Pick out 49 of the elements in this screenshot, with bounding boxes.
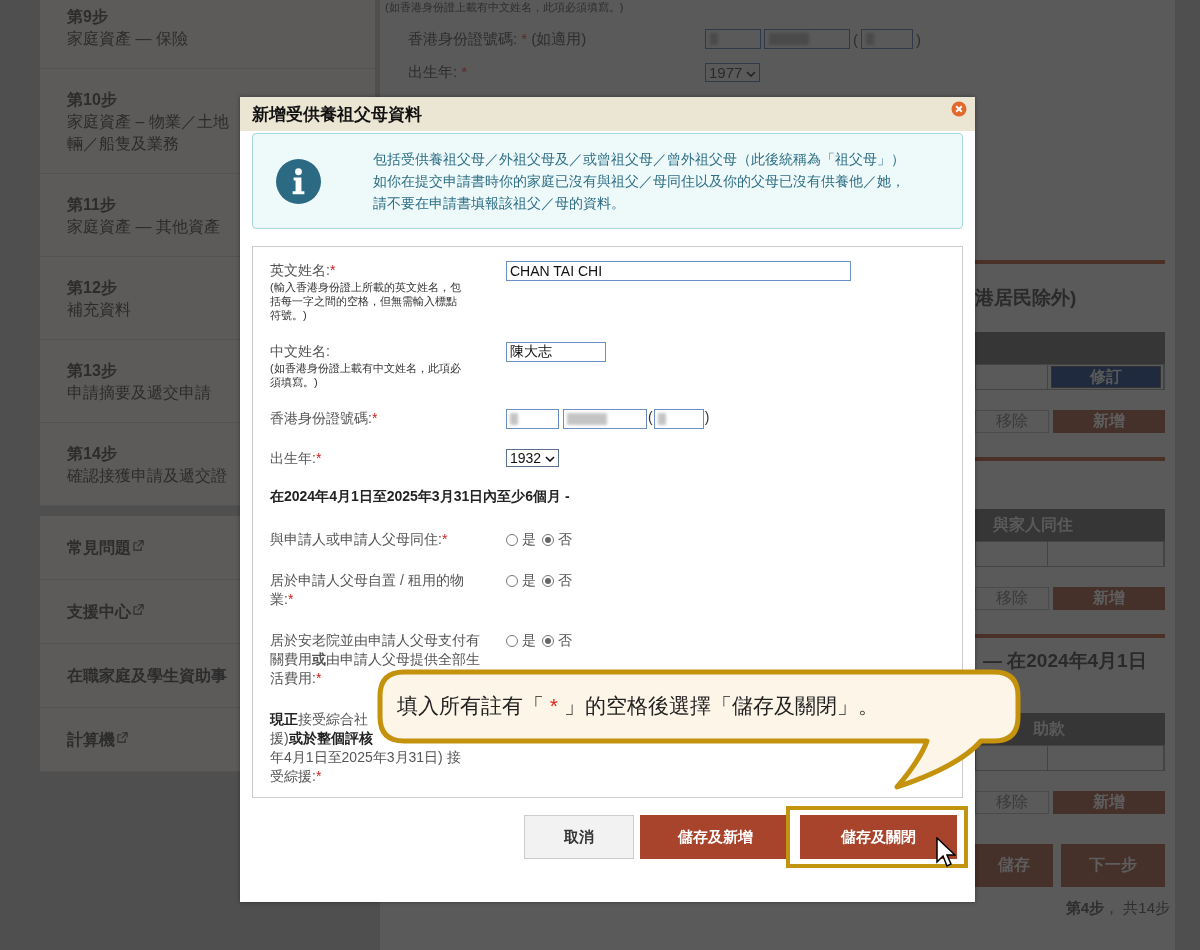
input-field[interactable]: 陳大志 [506,342,606,362]
parenthesis: ( [648,409,653,425]
field-label: 中文姓名: [270,342,331,361]
callout-text: 填入所有註有「 * 」的空格後選擇「儲存及關閉」。 [397,693,879,719]
radio-label[interactable]: 否 [558,571,572,590]
field-label: 出生年:* [270,449,323,468]
field-label: 居於安老院並由申請人父母支付有關費用或由申請人父母提供全部生活費用:* [270,631,481,688]
parenthesis: ) [916,30,921,48]
field-label: 英文姓名:* [270,261,337,280]
field-label: 現正接受綜合社 [270,710,369,729]
redaction-blur [567,413,607,425]
field-label: 受綜援:* [270,767,323,786]
field-label: 香港身份證號碼:* [270,409,379,428]
info-text: 如你在提交申請書時你的家庭已沒有與祖父／母同住以及你的父母已沒有供養他／她， [373,172,905,191]
cursor-icon [936,837,956,867]
id-field[interactable] [653,409,704,429]
info-icon [276,158,321,204]
info-text: 請不要在申請書填報該祖父／母的資料。 [373,194,626,213]
id-field[interactable] [705,29,761,49]
redaction-blur [510,413,518,425]
radio-label[interactable]: 是 [522,631,536,650]
year-select[interactable]: 1932 [506,449,560,467]
parenthesis: ( [853,30,858,48]
id-field[interactable] [506,409,559,429]
id-field[interactable] [764,29,850,49]
id-field[interactable] [861,29,913,49]
cancel-button[interactable]: 取消 [524,815,634,859]
id-field[interactable] [563,409,647,429]
field-label: 年4月1日至2025年3月31日) 接 [270,748,462,767]
field-hint: (如香港身份證上載有中文姓名，此項必須填寫。) [270,361,462,389]
parenthesis: ) [704,409,710,425]
redaction-blur [657,413,666,425]
save-button[interactable]: 儲存及關閉 [800,815,957,859]
dialog-title: 新增受供養祖父母資料 [252,103,422,126]
field-label: 居於申請人父母自置 / 租用的物業:* [270,571,465,609]
field-label: 與申請人或申請人父母同住:* [270,530,449,549]
chevron-icon [545,456,556,463]
chevron-icon [746,71,757,78]
section-heading: 在2024年4月1日至2025年3月31日內至少6個月 - [270,488,571,506]
input-field[interactable]: CHAN TAI CHI [506,261,851,281]
field-label: 援)或於整個評核 [270,729,374,748]
info-text: 包括受供養祖父母／外祖父母及／或曾祖父母／曾外祖父母（此後統稱為「祖父母」） [373,150,905,169]
radio-label[interactable]: 否 [558,530,572,549]
radio-label[interactable]: 否 [558,631,572,650]
field-hint: (輸入香港身份證上所載的英文姓名，包括每一字之間的空格，但無需輸入標點符號。) [270,280,462,322]
radio-label[interactable]: 是 [522,571,536,590]
edit-button[interactable]: 修訂 [1050,366,1161,388]
radio-label[interactable]: 是 [522,530,536,549]
close-icon[interactable] [951,101,967,117]
